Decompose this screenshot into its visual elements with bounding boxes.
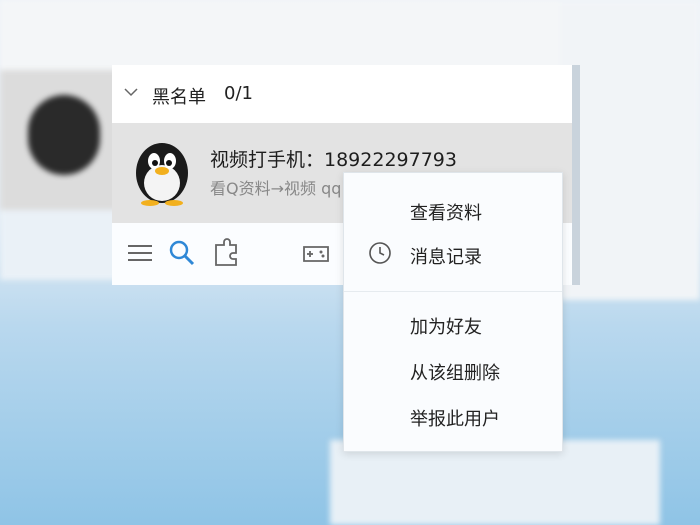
search-icon[interactable] — [166, 237, 198, 269]
menu-icon[interactable] — [124, 237, 156, 269]
group-header[interactable]: 黑名单 0/1 — [112, 65, 572, 123]
bg-bottom-panel — [330, 440, 660, 525]
group-name: 黑名单 — [152, 87, 206, 108]
chevron-down-icon[interactable] — [124, 85, 138, 99]
contact-display-name: 视频打手机：18922297793 — [210, 149, 457, 171]
menu-item-label: 加为好友 — [410, 317, 482, 338]
menu-item-label: 从该组删除 — [410, 363, 500, 384]
menu-item-report-user[interactable]: 举报此用户 — [344, 395, 562, 435]
menu-item-add-friend[interactable]: 加为好友 — [344, 303, 562, 343]
menu-item-view-profile[interactable]: 查看资料 — [344, 189, 562, 229]
clock-icon — [369, 242, 391, 264]
penguin-avatar-icon[interactable] — [130, 137, 194, 207]
menu-item-label: 查看资料 — [410, 203, 482, 224]
bg-avatar — [28, 95, 100, 175]
bg-right-panel — [560, 0, 700, 300]
menu-separator — [344, 291, 562, 292]
menu-item-remove-from-group[interactable]: 从该组删除 — [344, 349, 562, 389]
context-menu: 查看资料 消息记录 加为好友 从该组删除 举报此用户 — [343, 172, 563, 452]
group-count: 0/1 — [224, 83, 253, 104]
menu-item-message-history[interactable]: 消息记录 — [344, 233, 562, 273]
menu-item-label: 举报此用户 — [410, 409, 500, 430]
game-icon[interactable] — [300, 237, 332, 269]
puzzle-icon[interactable] — [210, 237, 242, 269]
menu-item-label: 消息记录 — [410, 247, 482, 268]
